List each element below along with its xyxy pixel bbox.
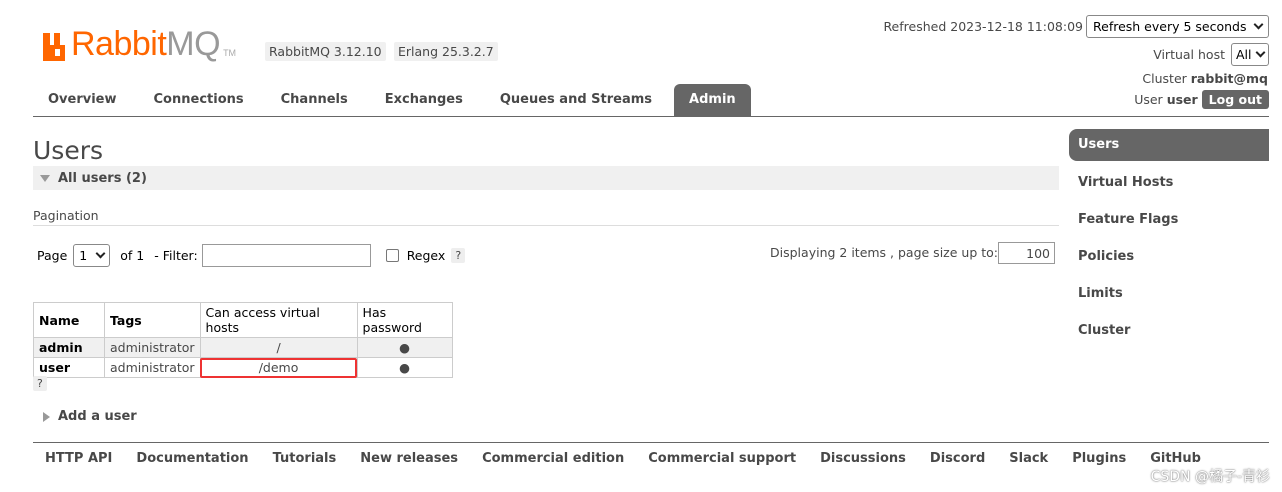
tab-overview[interactable]: Overview — [33, 84, 132, 116]
admin-sidenav: Users Virtual Hosts Feature Flags Polici… — [1069, 129, 1269, 351]
page-select[interactable]: 1 — [73, 244, 111, 267]
add-user-section-toggle[interactable]: Add a user — [43, 409, 137, 424]
footer-link-slack[interactable]: Slack — [997, 451, 1060, 466]
virtual-host-select[interactable]: All — [1231, 43, 1269, 66]
page-count: of 1 — [120, 248, 145, 263]
refreshed-timestamp: Refreshed 2023-12-18 11:08:09 — [883, 19, 1083, 34]
regex-help-button[interactable]: ? — [451, 248, 466, 263]
has-password-indicator: ● — [356, 357, 453, 378]
sidenav-item-feature-flags[interactable]: Feature Flags — [1069, 203, 1269, 240]
tab-divider — [33, 116, 1269, 117]
chevron-down-icon — [95, 248, 106, 259]
user-label: User — [1134, 92, 1163, 107]
trademark: TM — [223, 48, 237, 58]
regex-checkbox[interactable] — [385, 249, 399, 262]
triangle-right-icon — [43, 411, 50, 422]
refresh-interval-select[interactable]: Refresh every 5 seconds — [1086, 15, 1269, 38]
users-table: Name Tags Can access virtual hosts Has p… — [33, 302, 453, 378]
pager-controls: Page 1 of 1 - Filter: Regex ? — [37, 244, 466, 267]
pagination-heading: Pagination — [33, 208, 99, 223]
page-title: Users — [33, 136, 104, 165]
user-vhosts-highlighted: /demo — [199, 357, 358, 378]
logout-button[interactable]: Log out — [1201, 90, 1269, 109]
footer-link-discord[interactable]: Discord — [918, 451, 997, 466]
chevron-down-icon — [1255, 47, 1266, 58]
tab-channels[interactable]: Channels — [266, 84, 363, 116]
tab-exchanges[interactable]: Exchanges — [370, 84, 478, 116]
sidenav-item-users[interactable]: Users — [1069, 129, 1269, 161]
page-label: Page — [37, 248, 68, 263]
sidenav-item-cluster[interactable]: Cluster — [1069, 314, 1269, 351]
cluster-name: rabbit@mq — [1190, 71, 1268, 86]
all-users-section-toggle[interactable]: All users (2) — [33, 166, 1059, 190]
column-header-tags[interactable]: Tags — [104, 302, 201, 338]
user-info: User user Log out — [1134, 90, 1269, 109]
footer-link-http-api[interactable]: HTTP API — [33, 451, 124, 466]
sidenav-item-limits[interactable]: Limits — [1069, 277, 1269, 314]
sidenav-item-virtual-hosts[interactable]: Virtual Hosts — [1069, 166, 1269, 203]
filter-input[interactable] — [201, 244, 371, 267]
tab-queues-and-streams[interactable]: Queues and Streams — [485, 84, 667, 116]
pagination-divider — [33, 225, 1059, 226]
rabbit-logo-icon — [43, 33, 65, 61]
footer-link-documentation[interactable]: Documentation — [124, 451, 260, 466]
add-user-label: Add a user — [58, 409, 137, 424]
footer-link-discussions[interactable]: Discussions — [808, 451, 918, 466]
chevron-down-icon — [1253, 19, 1264, 30]
page-select-value: 1 — [79, 248, 88, 263]
watermark: CSDN @橘子-青衫 — [1150, 469, 1270, 485]
regex-label: Regex — [406, 248, 446, 263]
triangle-down-icon — [40, 174, 50, 182]
tab-connections[interactable]: Connections — [139, 84, 259, 116]
virtual-host-filter: Virtual host All — [1153, 43, 1269, 66]
virtual-host-label: Virtual host — [1153, 47, 1225, 62]
footer-divider — [33, 442, 1269, 443]
footer-link-plugins[interactable]: Plugins — [1060, 451, 1138, 466]
user-vhosts: / — [199, 337, 358, 358]
erlang-version: Erlang 25.3.2.7 — [394, 42, 498, 61]
table-header-row: Name Tags Can access virtual hosts Has p… — [33, 302, 453, 338]
has-password-indicator: ● — [356, 337, 453, 358]
user-name: user — [1166, 92, 1198, 107]
footer-link-new-releases[interactable]: New releases — [348, 451, 470, 466]
footer-link-commercial-edition[interactable]: Commercial edition — [470, 451, 636, 466]
displaying-info: Displaying 2 items , page size up to: — [770, 245, 998, 260]
refresh-interval-value: Refresh every 5 seconds — [1093, 19, 1247, 34]
main-tabs: Overview Connections Channels Exchanges … — [33, 84, 758, 116]
rabbitmq-logo: RabbitMQ TM — [43, 27, 236, 61]
column-header-has-password: Has password — [356, 302, 453, 338]
page-size-input[interactable]: 100 — [998, 242, 1055, 264]
footer-link-github[interactable]: GitHub — [1138, 451, 1213, 466]
footer-link-tutorials[interactable]: Tutorials — [261, 451, 349, 466]
cluster-label: Cluster — [1142, 71, 1187, 86]
footer-links: HTTP API Documentation Tutorials New rel… — [33, 451, 1213, 466]
user-tags: administrator — [104, 357, 201, 378]
cluster-info: Cluster rabbit@mq — [1142, 71, 1268, 86]
brand-mq: MQ — [166, 25, 221, 63]
column-header-name[interactable]: Name — [33, 302, 105, 338]
footer-link-commercial-support[interactable]: Commercial support — [636, 451, 808, 466]
brand-rabbit: Rabbit — [71, 25, 167, 63]
tab-admin[interactable]: Admin — [674, 84, 751, 116]
user-tags: administrator — [104, 337, 201, 358]
user-name-link[interactable]: admin — [33, 337, 105, 358]
column-header-vhosts: Can access virtual hosts — [199, 302, 358, 338]
all-users-section-title: All users (2) — [58, 170, 147, 186]
sidenav-item-policies[interactable]: Policies — [1069, 240, 1269, 277]
table-row: admin administrator / ● — [33, 337, 453, 358]
rabbitmq-version: RabbitMQ 3.12.10 — [265, 42, 386, 61]
filter-label: - Filter: — [154, 248, 198, 263]
user-name-link[interactable]: user — [33, 357, 105, 378]
table-row: user administrator /demo ● — [33, 357, 453, 378]
table-help-button[interactable]: ? — [33, 376, 47, 391]
virtual-host-value: All — [1236, 47, 1252, 62]
